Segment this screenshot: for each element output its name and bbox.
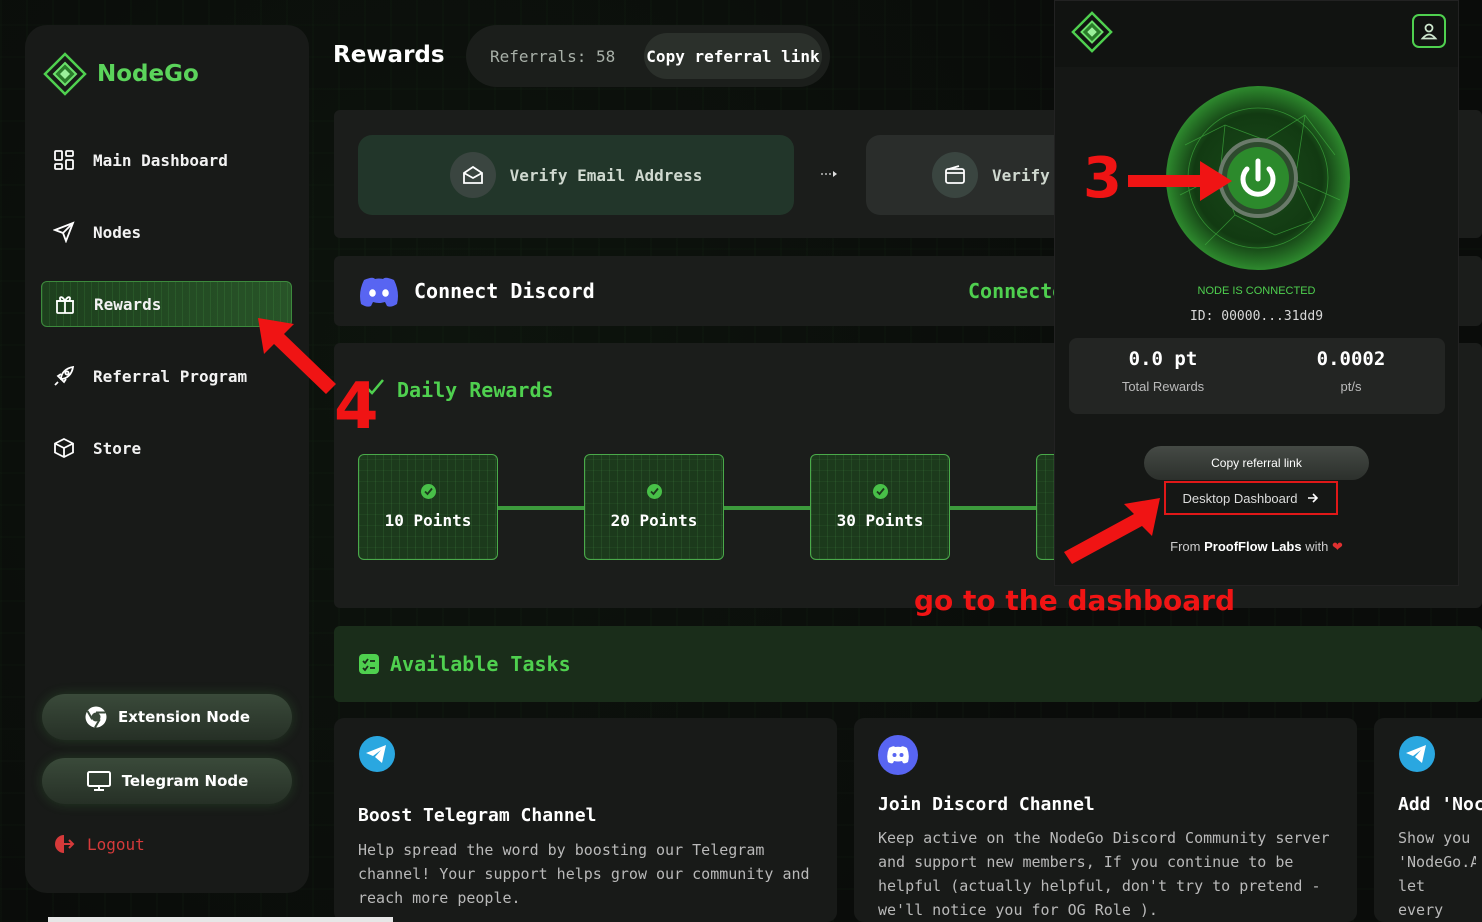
referrals-count: Referrals: 58 bbox=[490, 46, 616, 66]
telegram-node-button[interactable]: Telegram Node bbox=[42, 758, 292, 804]
rate-label: pt/s bbox=[1340, 379, 1362, 394]
task-description: Show you 'NodeGo.A let every decentra bbox=[1398, 829, 1476, 919]
daily-reward-day-2[interactable]: 20 Points bbox=[584, 454, 724, 560]
task-card[interactable]: Boost Telegram Channel Help spread the w… bbox=[334, 718, 837, 922]
total-points-value: 0.0 pt bbox=[1128, 348, 1198, 370]
rate-value: 0.0002 bbox=[1316, 348, 1386, 370]
gift-icon bbox=[56, 296, 74, 314]
scrollbar[interactable] bbox=[48, 917, 393, 922]
credits-prefix: From bbox=[1170, 539, 1201, 554]
telegram-icon bbox=[359, 736, 395, 772]
profile-button[interactable] bbox=[1412, 14, 1446, 48]
referral-pill: Referrals: 58 Copy referral link bbox=[466, 25, 830, 87]
sidebar-item-store[interactable]: Store bbox=[41, 425, 292, 471]
annotation-step-4: 4 bbox=[334, 370, 379, 444]
task-description: Help spread the word by boosting our Tel… bbox=[358, 841, 810, 907]
box-icon bbox=[54, 437, 74, 459]
arrow-connector-icon bbox=[821, 171, 837, 177]
sidebar-item-label: Rewards bbox=[94, 294, 162, 314]
reward-points-label: 20 Points bbox=[610, 511, 698, 530]
page-title: Rewards bbox=[333, 42, 445, 68]
task-card[interactable]: Join Discord Channel Keep active on the … bbox=[854, 718, 1357, 922]
chrome-icon bbox=[85, 706, 107, 729]
telegram-node-label: Telegram Node bbox=[121, 772, 249, 790]
reward-connector bbox=[723, 506, 811, 510]
annotation-arrow-4 bbox=[258, 318, 336, 394]
annotation-note: go to the dashboard bbox=[914, 584, 1236, 617]
send-icon bbox=[53, 221, 75, 243]
grid-icon bbox=[54, 150, 74, 170]
desktop-dashboard-button[interactable]: Desktop Dashboard bbox=[1164, 481, 1338, 515]
rocket-icon bbox=[54, 365, 75, 386]
sidebar: NodeGo Main Dashboard Nodes Rewards Refe… bbox=[25, 25, 309, 893]
verify-email-button[interactable]: Verify Email Address bbox=[358, 135, 794, 215]
user-icon bbox=[1420, 23, 1438, 40]
sidebar-item-label: Store bbox=[93, 438, 142, 458]
telegram-icon bbox=[1399, 736, 1435, 772]
nodego-logo-icon bbox=[43, 52, 87, 96]
daily-reward-day-3[interactable]: 30 Points bbox=[810, 454, 950, 560]
task-title: Boost Telegram Channel bbox=[358, 805, 597, 826]
popup-copy-referral-button[interactable]: Copy referral link bbox=[1144, 446, 1369, 480]
total-points-label: Total Rewards bbox=[1121, 379, 1205, 394]
reward-points-label: 10 Points bbox=[384, 511, 472, 530]
extension-node-button[interactable]: Extension Node bbox=[42, 694, 292, 740]
daily-reward-day-1[interactable]: 10 Points bbox=[358, 454, 498, 560]
popup-header bbox=[1055, 1, 1458, 67]
sidebar-item-main-dashboard[interactable]: Main Dashboard bbox=[41, 137, 292, 183]
nodego-logo-icon bbox=[1071, 11, 1113, 53]
available-tasks-title: Available Tasks bbox=[390, 652, 571, 676]
available-tasks-header: Available Tasks bbox=[334, 626, 1482, 702]
rewards-stats: 0.0 pt Total Rewards 0.0002 pt/s bbox=[1069, 338, 1445, 414]
monitor-icon bbox=[86, 771, 111, 791]
daily-rewards-title: Daily Rewards bbox=[397, 378, 554, 402]
claimed-check-icon bbox=[872, 484, 888, 499]
discord-connected-status[interactable]: Connecte bbox=[968, 279, 1064, 303]
logout-label: Logout bbox=[87, 834, 145, 854]
connect-discord-title: Connect Discord bbox=[414, 279, 595, 303]
credits-suffix: with bbox=[1305, 539, 1329, 554]
app-name: NodeGo bbox=[97, 61, 199, 87]
node-id: ID: 00000...31dd9 bbox=[1189, 309, 1324, 324]
sidebar-item-label: Main Dashboard bbox=[93, 150, 228, 170]
copy-referral-button[interactable]: Copy referral link bbox=[644, 33, 822, 79]
app-logo[interactable]: NodeGo bbox=[41, 51, 199, 97]
task-description: Keep active on the NodeGo Discord Commun… bbox=[878, 829, 1330, 919]
mail-icon bbox=[449, 152, 496, 198]
reward-connector bbox=[497, 506, 585, 510]
reward-connector bbox=[949, 506, 1037, 510]
discord-icon bbox=[878, 735, 918, 775]
task-title: Add 'Noc bbox=[1398, 794, 1482, 815]
arrow-right-icon bbox=[1308, 493, 1319, 503]
task-card[interactable]: Add 'Noc Show you 'NodeGo.A let every de… bbox=[1374, 718, 1482, 922]
desktop-dashboard-label: Desktop Dashboard bbox=[1182, 490, 1298, 506]
verify-email-label: Verify Email Address bbox=[509, 165, 703, 185]
discord-icon bbox=[360, 277, 398, 307]
wallet-icon bbox=[932, 152, 978, 198]
tasks-icon bbox=[359, 654, 379, 674]
claimed-check-icon bbox=[420, 484, 436, 499]
annotation-arrow-3 bbox=[1128, 161, 1232, 201]
sidebar-item-label: Nodes bbox=[93, 222, 142, 242]
extension-node-label: Extension Node bbox=[118, 708, 250, 726]
logout-icon bbox=[55, 835, 75, 853]
task-title: Join Discord Channel bbox=[878, 794, 1095, 815]
node-status: NODE IS CONNECTED bbox=[1197, 285, 1316, 297]
credits-company: ProofFlow Labs bbox=[1204, 539, 1302, 554]
claimed-check-icon bbox=[646, 484, 662, 499]
sidebar-item-label: Referral Program bbox=[93, 366, 248, 386]
verify-wallet-label: Verify bbox=[992, 165, 1050, 185]
logout-button[interactable]: Logout bbox=[53, 833, 145, 855]
annotation-step-3: 3 bbox=[1083, 146, 1122, 211]
heart-icon: ❤ bbox=[1331, 539, 1343, 554]
reward-points-label: 30 Points bbox=[836, 511, 924, 530]
sidebar-item-nodes[interactable]: Nodes bbox=[41, 209, 292, 255]
annotation-arrow-dashboard bbox=[1064, 498, 1160, 564]
